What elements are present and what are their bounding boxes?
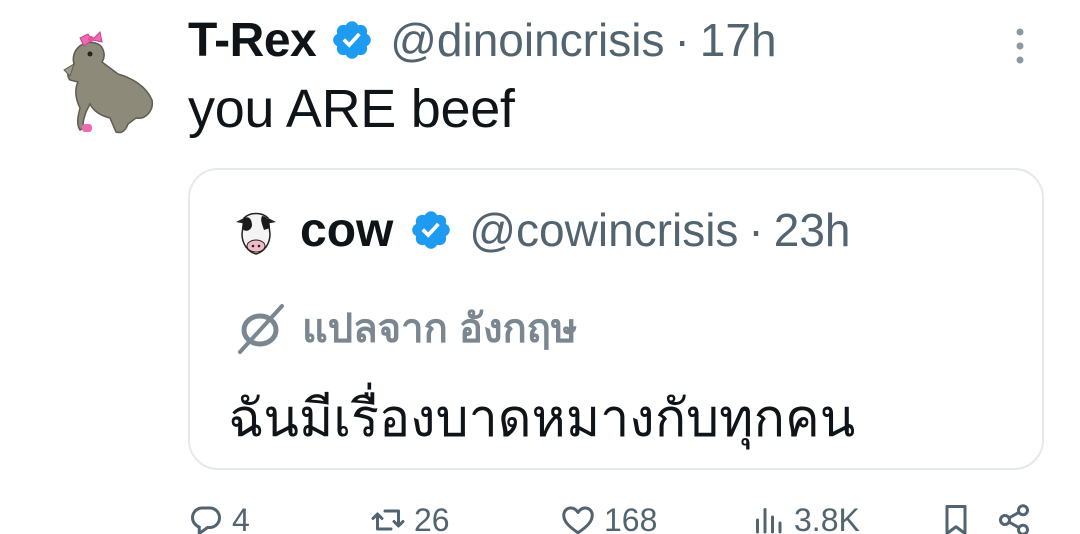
tweet-text: you ARE beef (188, 79, 515, 139)
translated-from-indicator[interactable]: แปลจาก อังกฤษ (232, 298, 577, 358)
reply-count: 4 (232, 501, 250, 534)
bookmark-icon (945, 505, 967, 534)
separator: · (748, 204, 764, 256)
verified-badge-icon (412, 211, 451, 249)
timestamp[interactable]: 17h (700, 13, 777, 67)
trex-avatar-image (63, 30, 154, 134)
more-vertical-icon[interactable] (1008, 26, 1032, 66)
translate-label: แปลจาก อังกฤษ (302, 307, 578, 351)
share-icon (999, 504, 1029, 534)
translate-icon (238, 304, 284, 354)
separator: · (674, 14, 690, 66)
bookmark-button[interactable] (938, 496, 974, 534)
like-count: 168 (604, 501, 658, 534)
verified-badge-icon (333, 21, 372, 59)
retweet-count: 26 (414, 501, 450, 534)
quoted-tweet-card[interactable]: cow @cowincrisis · 23h แปลจาก อังกฤษ ฉัน… (188, 168, 1044, 470)
reply-icon (190, 506, 222, 534)
handle[interactable]: @cowincrisis (469, 203, 738, 257)
heart-icon (562, 506, 594, 534)
like-button[interactable]: 168 (560, 496, 657, 534)
views-button[interactable]: 3.8K (750, 496, 860, 534)
handle[interactable]: @dinoincrisis (390, 13, 664, 67)
retweet-icon (371, 509, 405, 531)
retweet-button[interactable]: 26 (370, 496, 450, 534)
quoted-tweet-header: cow @cowincrisis · 23h (300, 198, 851, 262)
reply-button[interactable]: 4 (188, 496, 250, 534)
timestamp[interactable]: 23h (774, 203, 851, 257)
avatar[interactable] (40, 20, 160, 140)
avatar[interactable] (228, 204, 284, 260)
display-name[interactable]: T-Rex (188, 13, 317, 68)
share-button[interactable] (996, 496, 1032, 534)
cow-avatar-image (236, 212, 276, 255)
tweet-header: T-Rex @dinoincrisis · 17h (188, 8, 777, 72)
tweet-action-bar: 4 26 168 3.8K (0, 496, 1080, 534)
quoted-tweet-text: ฉันมีเรื่องบาดหมางกับทุกคน (228, 390, 856, 448)
views-icon (756, 508, 782, 534)
display-name[interactable]: cow (300, 203, 393, 258)
views-count: 3.8K (794, 501, 860, 534)
